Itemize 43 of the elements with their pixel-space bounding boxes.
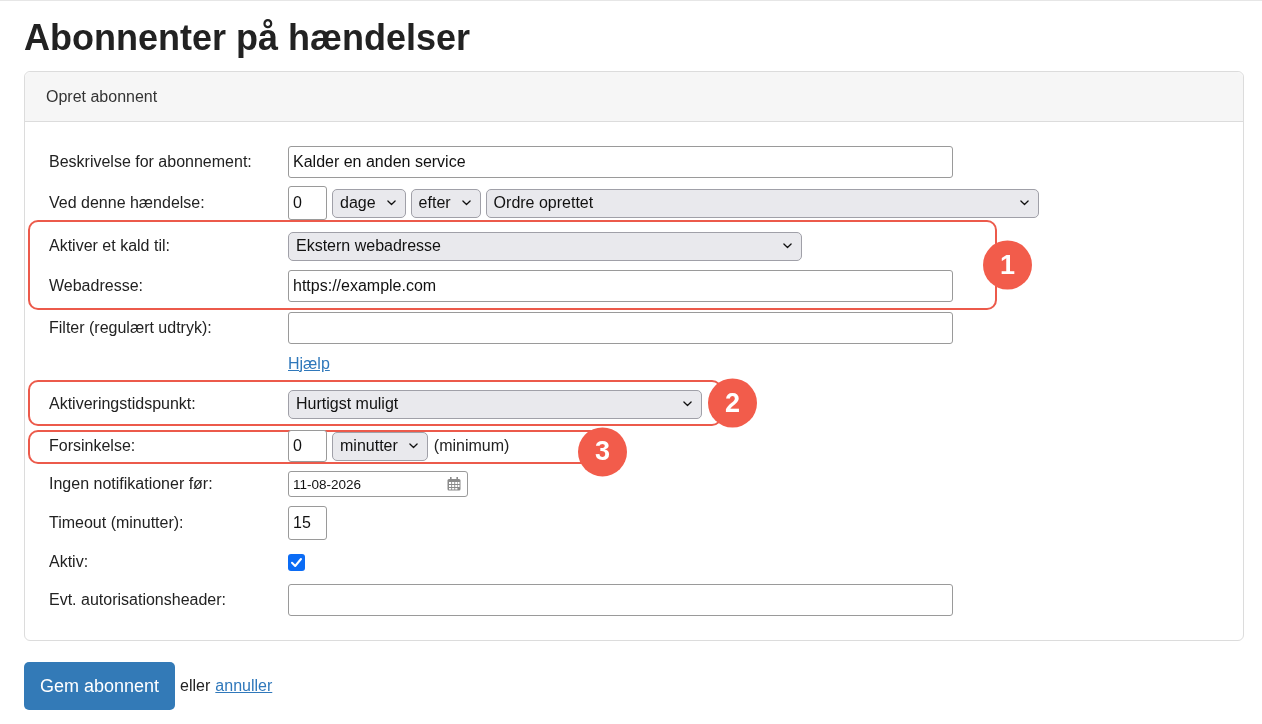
number-field[interactable]: 0 (288, 430, 327, 462)
field-label: Filter (regulært udtryk): (49, 319, 213, 337)
dropdown[interactable]: Ekstern webadresse (288, 231, 802, 261)
calendar-icon (447, 477, 461, 491)
dropdown[interactable]: minutter (332, 431, 428, 461)
connector-text: eller (180, 677, 211, 695)
cancel-link[interactable]: annuller (215, 677, 273, 695)
field-label: Ingen notifikationer før: (49, 475, 214, 493)
callout-number: 3 (578, 427, 627, 477)
chevron-down-icon (408, 443, 418, 449)
date-field[interactable]: 11-08-2026 (288, 471, 468, 497)
chevron-down-icon (783, 243, 792, 249)
help-link[interactable]: Hjælp (288, 355, 330, 373)
field-label: Webadresse: (49, 277, 144, 295)
panel-heading: Opret abonnent (25, 72, 1243, 122)
dropdown[interactable]: dage (332, 188, 406, 218)
checkbox[interactable] (288, 553, 305, 571)
field-label: Timeout (minutter): (49, 514, 185, 532)
dropdown[interactable]: Ordre oprettet (485, 188, 1039, 218)
page-title: Abonnenter på hændelser (24, 16, 472, 59)
field-label: Aktiveringstidspunkt: (49, 395, 197, 413)
chevron-down-icon (1019, 200, 1029, 206)
callout-number: 2 (708, 378, 757, 428)
number-field[interactable]: 15 (288, 506, 327, 540)
text-field[interactable]: https://example.com (288, 270, 953, 302)
save-button[interactable]: Gem abonnent (24, 662, 176, 710)
field-label: Aktiver et kald til: (49, 237, 171, 255)
chevron-down-icon (386, 200, 396, 206)
field-label: Beskrivelse for abonnement: (49, 153, 253, 171)
text-field[interactable] (288, 584, 953, 616)
dropdown[interactable]: efter (410, 188, 481, 218)
chevron-down-icon (461, 200, 471, 206)
text-field[interactable]: Kalder en anden service (288, 146, 953, 178)
field-label: Aktiv: (49, 553, 90, 571)
hint-text: (minimum) (433, 437, 510, 455)
field-label: Evt. autorisationsheader: (49, 591, 227, 609)
field-label: Forsinkelse: (49, 437, 137, 455)
callout-number: 1 (983, 240, 1032, 290)
chevron-down-icon (683, 401, 692, 407)
dropdown[interactable]: Hurtigst muligt (288, 389, 702, 419)
field-label: Ved denne hændelse: (49, 194, 206, 212)
number-field[interactable]: 0 (288, 186, 327, 220)
text-field[interactable] (288, 312, 953, 344)
